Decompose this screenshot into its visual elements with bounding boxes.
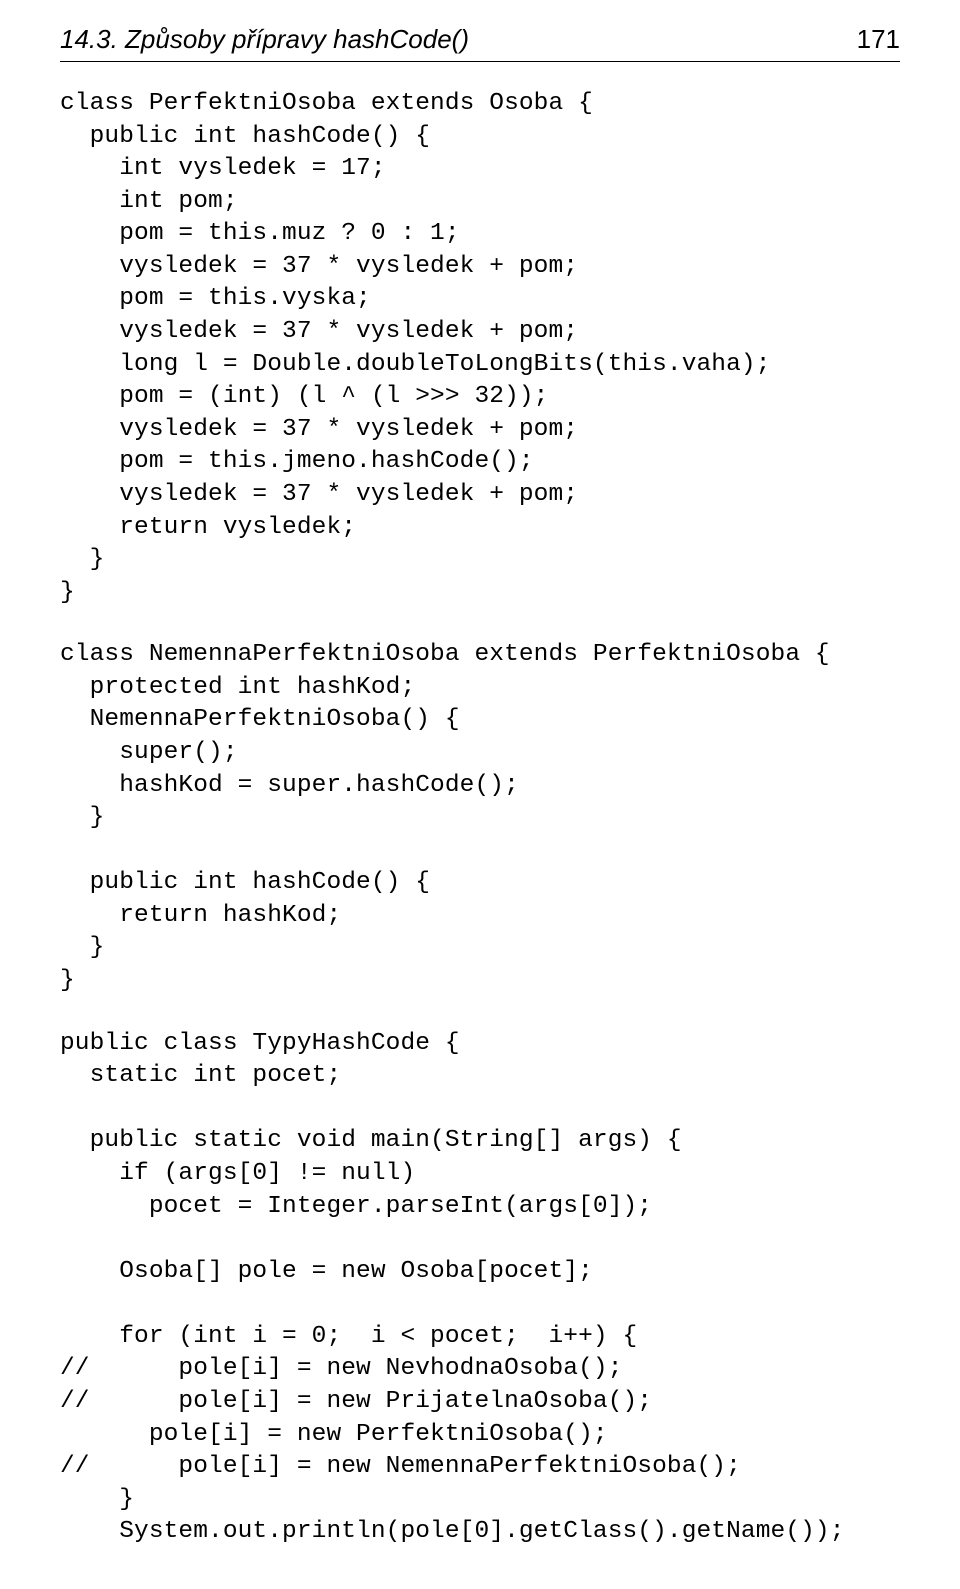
code-block-1: class PerfektniOsoba extends Osoba { pub…	[60, 88, 900, 609]
code-listing: public class TypyHashCode { static int p…	[60, 1028, 900, 1549]
page: 14.3. Způsoby přípravy hashCode() 171 cl…	[0, 0, 960, 1589]
code-listing: class NemennaPerfektniOsoba extends Perf…	[60, 639, 900, 997]
code-block-3: public class TypyHashCode { static int p…	[60, 1028, 900, 1549]
section-title: 14.3. Způsoby přípravy hashCode()	[60, 24, 469, 55]
code-listing: class PerfektniOsoba extends Osoba { pub…	[60, 88, 900, 609]
page-header: 14.3. Způsoby přípravy hashCode() 171	[60, 24, 900, 62]
code-block-2: class NemennaPerfektniOsoba extends Perf…	[60, 639, 900, 997]
page-number: 171	[857, 24, 900, 55]
